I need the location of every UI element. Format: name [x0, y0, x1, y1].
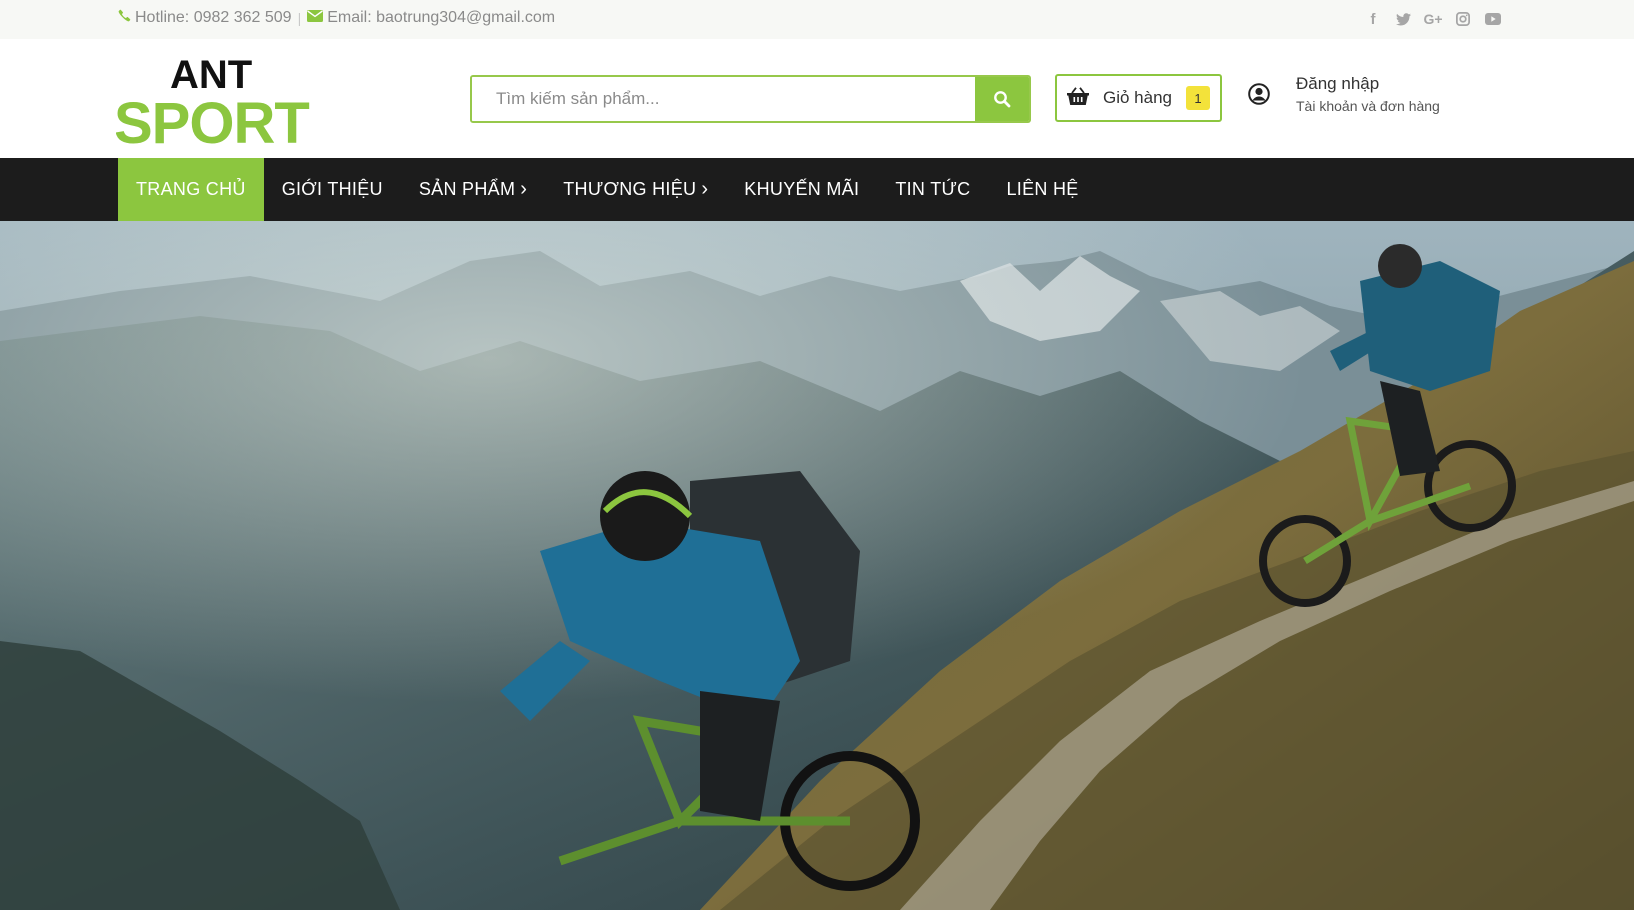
site-header: ANT SPORT Giỏ hàng 1 Đăng nhập Tài khoản…	[0, 39, 1634, 158]
chevron-right-icon: ›	[520, 178, 528, 200]
envelope-icon	[307, 9, 324, 27]
search-icon	[994, 91, 1011, 108]
nav-item-label: LIÊN HỆ	[1006, 179, 1079, 199]
nav-item-gioi-thieu[interactable]: GIỚI THIỆU	[264, 158, 401, 221]
main-nav: TRANG CHỦ GIỚI THIỆU SẢN PHẨM › THƯƠNG HIỆU ›…	[0, 158, 1634, 221]
account-menu[interactable]: Đăng nhập Tài khoản và đơn hàng	[1248, 73, 1440, 117]
contact-info: Hotline: 0982 362 509 | Email: baotrung3…	[118, 9, 555, 27]
basket-icon	[1067, 86, 1089, 110]
nav-item-label: TIN TỨC	[895, 179, 971, 199]
logo-bottom-text: SPORT	[116, 91, 309, 145]
hero-banner	[0, 221, 1634, 910]
search-input[interactable]	[472, 77, 975, 121]
twitter-icon[interactable]	[1394, 10, 1412, 28]
nav-list: TRANG CHỦ GIỚI THIỆU SẢN PHẨM › THƯƠNG HIỆU ›…	[118, 158, 1097, 221]
social-links: f G+	[1364, 10, 1502, 28]
nav-item-label: THƯƠNG HIỆU	[563, 179, 697, 199]
nav-item-lien-he[interactable]: LIÊN HỆ	[988, 158, 1096, 221]
chevron-right-icon: ›	[701, 178, 709, 200]
hero-image	[0, 221, 1634, 910]
account-text: Đăng nhập Tài khoản và đơn hàng	[1296, 73, 1440, 117]
top-bar: Hotline: 0982 362 509 | Email: baotrung3…	[0, 0, 1634, 39]
nav-item-thuong-hieu[interactable]: THƯƠNG HIỆU ›	[545, 158, 726, 221]
search-button[interactable]	[975, 77, 1029, 121]
youtube-icon[interactable]	[1484, 10, 1502, 28]
nav-item-label: SẢN PHẨM	[418, 179, 516, 199]
email-text[interactable]: Email: baotrung304@gmail.com	[327, 9, 555, 27]
phone-icon	[118, 9, 131, 27]
hotline-text[interactable]: Hotline: 0982 362 509	[135, 9, 292, 27]
facebook-icon[interactable]: f	[1364, 10, 1382, 28]
nav-item-khuyen-mai[interactable]: KHUYẾN MÃI	[726, 158, 877, 221]
nav-item-trang-chu[interactable]: TRANG CHỦ	[118, 158, 264, 221]
instagram-icon[interactable]	[1454, 10, 1472, 28]
nav-item-label: TRANG CHỦ	[136, 179, 246, 199]
google-plus-icon[interactable]: G+	[1423, 10, 1442, 28]
ant-sport-logo[interactable]: ANT SPORT	[114, 53, 326, 156]
nav-item-san-pham[interactable]: SẢN PHẨM ›	[401, 158, 545, 221]
nav-item-label: GIỚI THIỆU	[281, 179, 383, 199]
account-subtitle: Tài khoản và đơn hàng	[1296, 98, 1440, 114]
login-link[interactable]: Đăng nhập	[1296, 73, 1440, 95]
cart-label: Giỏ hàng	[1103, 88, 1172, 107]
cart-count-badge: 1	[1186, 86, 1210, 110]
cart-button[interactable]: Giỏ hàng 1	[1055, 74, 1222, 122]
nav-item-tin-tuc[interactable]: TIN TỨC	[877, 158, 988, 221]
search-bar	[470, 75, 1031, 123]
user-circle-icon	[1248, 83, 1270, 110]
nav-item-label: KHUYẾN MÃI	[744, 179, 860, 199]
separator: |	[297, 10, 302, 26]
